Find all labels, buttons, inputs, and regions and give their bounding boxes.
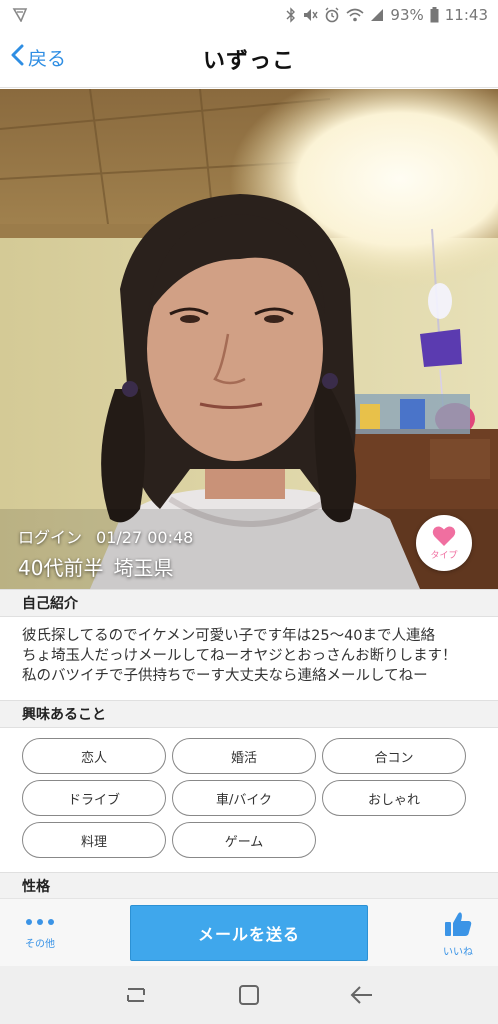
- signal-icon: [370, 8, 384, 22]
- back-button[interactable]: 戻る: [10, 44, 66, 71]
- app-notification-icon: [12, 8, 28, 22]
- intro-line: 彼氏探してるのでイケメン可愛い子です年は25〜40まで人連絡: [22, 628, 436, 644]
- other-label: その他: [25, 939, 55, 950]
- type-favorite-button[interactable]: タイプ: [416, 515, 472, 571]
- interests-section-header: 興味あること: [0, 700, 498, 728]
- wifi-icon: [346, 8, 364, 22]
- login-info: ログイン 01/27 00:48: [18, 524, 207, 548]
- more-dots-icon: [26, 919, 54, 925]
- system-nav-bar: [0, 966, 498, 1024]
- intro-section-header: 自己紹介: [0, 589, 498, 617]
- chevron-left-icon: [10, 44, 24, 71]
- status-bar: 93% 11:43: [0, 0, 498, 30]
- page-title: いずっこ: [202, 48, 295, 74]
- age-group: 40代前半: [18, 556, 104, 580]
- like-label: いいね: [443, 947, 473, 958]
- back-label: 戻る: [28, 48, 67, 70]
- action-bar: その他 メールを送る いいね: [0, 898, 498, 966]
- type-label: タイプ: [430, 551, 458, 561]
- back-nav-icon[interactable]: [342, 975, 382, 1015]
- interest-tag[interactable]: 婚活: [172, 738, 316, 774]
- battery-percent: 93%: [390, 6, 424, 24]
- like-button[interactable]: いいね: [438, 911, 478, 958]
- alarm-icon: [324, 7, 340, 23]
- personality-section-header: 性格: [0, 872, 498, 900]
- intro-line: ちょ埼玉人だっけメールしてねーオヤジとおっさんお断りします！: [22, 648, 457, 664]
- interest-tag[interactable]: ドライブ: [22, 780, 166, 816]
- battery-icon: [430, 7, 439, 23]
- login-time: 01/27 00:48: [96, 528, 194, 547]
- profile-summary: ログイン 01/27 00:48 40代前半 埼玉県: [18, 524, 207, 581]
- app-header: 戻る いずっこ: [0, 30, 498, 88]
- interest-tag[interactable]: 車/バイク: [172, 780, 316, 816]
- interest-tag[interactable]: おしゃれ: [322, 780, 466, 816]
- interest-tag[interactable]: 合コン: [322, 738, 466, 774]
- bluetooth-icon: [286, 7, 296, 23]
- interest-tag[interactable]: ゲーム: [172, 822, 316, 858]
- thumbs-up-icon: [444, 911, 472, 941]
- clock-time: 11:43: [444, 6, 488, 24]
- interest-tags: 恋人 婚活 合コン ドライブ 車/バイク おしゃれ 料理 ゲーム: [22, 738, 478, 858]
- recent-apps-icon[interactable]: [116, 975, 156, 1015]
- age-location: 40代前半 埼玉県: [18, 552, 207, 581]
- heart-icon: [432, 525, 456, 547]
- location: 埼玉県: [113, 556, 174, 580]
- intro-text: 彼氏探してるのでイケメン可愛い子です年は25〜40まで人連絡 ちょ埼玉人だっけメ…: [22, 626, 482, 686]
- other-button[interactable]: その他: [16, 913, 64, 950]
- send-mail-button[interactable]: メールを送る: [130, 905, 368, 961]
- home-icon[interactable]: [229, 975, 269, 1015]
- profile-photo-image: [0, 89, 498, 589]
- interest-tag[interactable]: 恋人: [22, 738, 166, 774]
- profile-photo[interactable]: ログイン 01/27 00:48 40代前半 埼玉県 タイプ: [0, 89, 498, 589]
- mute-icon: [302, 7, 319, 23]
- interest-tag[interactable]: 料理: [22, 822, 166, 858]
- login-label: ログイン: [18, 528, 83, 547]
- intro-line: 私のバツイチで子供持ちでーす大丈夫なら連絡メールしてねー: [22, 668, 428, 684]
